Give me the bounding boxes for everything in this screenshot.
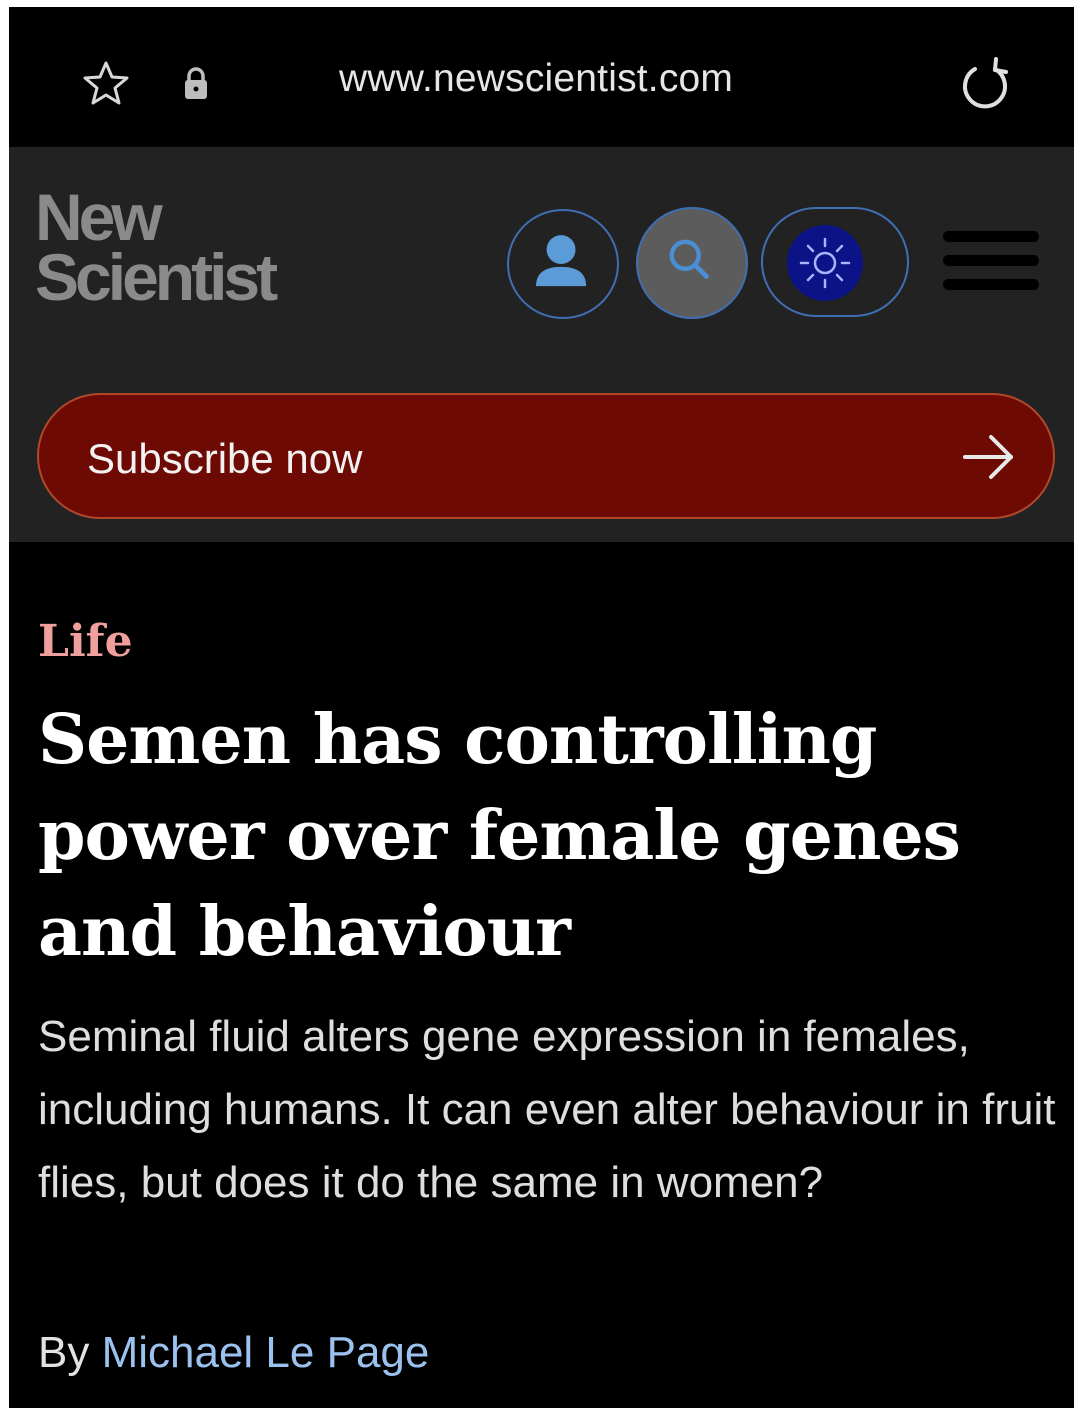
phone-screen: www.newscientist.com New Scientist Subsc… bbox=[9, 7, 1074, 1408]
lock-icon bbox=[185, 67, 207, 99]
hamburger-menu-icon[interactable] bbox=[943, 231, 1039, 301]
theme-toggle[interactable] bbox=[761, 207, 909, 317]
star-icon[interactable] bbox=[81, 59, 131, 109]
article-headline: Semen has controlling power over female … bbox=[38, 700, 961, 972]
url-text[interactable]: www.newscientist.com bbox=[339, 57, 839, 101]
subscribe-label: Subscribe now bbox=[87, 435, 363, 482]
menu-bar bbox=[943, 231, 1039, 242]
article: Life Semen has controlling power over fe… bbox=[9, 542, 1074, 1408]
browser-address-bar: www.newscientist.com bbox=[9, 7, 1074, 147]
reload-icon[interactable] bbox=[955, 55, 1015, 115]
article-byline: By Michael Le Page bbox=[38, 1328, 429, 1378]
byline-prefix: By bbox=[38, 1328, 90, 1377]
account-button[interactable] bbox=[507, 209, 619, 319]
author-link[interactable]: Michael Le Page bbox=[102, 1328, 430, 1377]
site-header: New Scientist Subscribe now bbox=[9, 147, 1074, 542]
search-icon bbox=[669, 239, 709, 279]
new-scientist-logo[interactable]: New Scientist bbox=[35, 180, 278, 314]
menu-bar bbox=[943, 255, 1039, 266]
logo-line-scientist: Scientist bbox=[35, 240, 278, 314]
article-standfirst: Seminal fluid alters gene expression in … bbox=[38, 1012, 1056, 1207]
search-button[interactable] bbox=[636, 207, 748, 319]
arrow-right-icon bbox=[963, 435, 1013, 479]
logo-line-new: New bbox=[35, 180, 163, 254]
user-icon bbox=[536, 235, 587, 287]
sun-icon bbox=[799, 237, 851, 289]
article-category-link[interactable]: Life bbox=[38, 616, 133, 667]
theme-toggle-knob bbox=[787, 225, 863, 301]
subscribe-button[interactable]: Subscribe now bbox=[37, 393, 1055, 519]
menu-bar bbox=[943, 279, 1039, 290]
